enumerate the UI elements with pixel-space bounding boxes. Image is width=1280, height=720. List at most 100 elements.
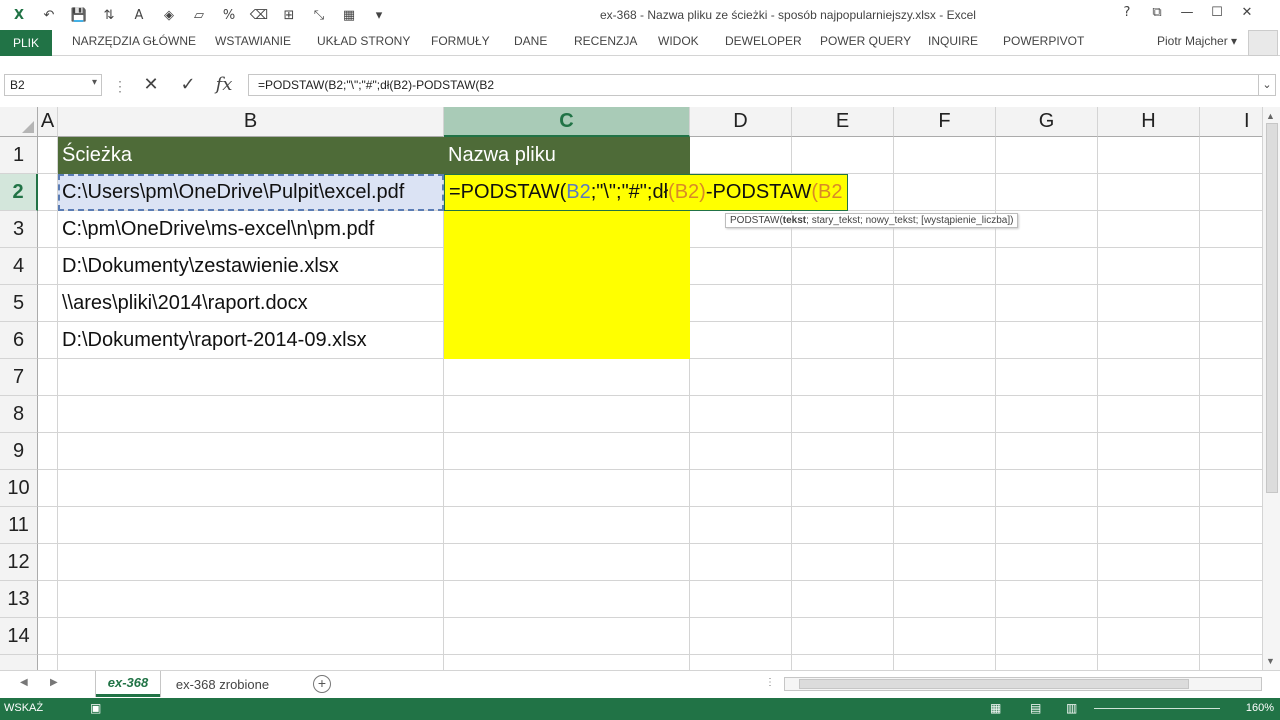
grid-cell[interactable] — [792, 618, 894, 655]
grid-cell[interactable] — [690, 655, 792, 670]
borders-icon[interactable]: ⊞ — [274, 5, 304, 25]
sheet-tab-ex-368[interactable]: ex-368 — [96, 671, 160, 697]
grid-cell[interactable] — [1200, 433, 1262, 470]
grid-cell[interactable] — [894, 618, 996, 655]
tab-page-layout[interactable]: UKŁAD STRONY — [317, 34, 410, 48]
grid-cell[interactable] — [996, 285, 1098, 322]
add-sheet-icon[interactable]: + — [313, 675, 331, 693]
row-header-10[interactable]: 10 — [0, 470, 38, 507]
tab-power-query[interactable]: POWER QUERY — [820, 34, 911, 48]
grid-cell[interactable] — [894, 581, 996, 618]
grid-cell[interactable] — [996, 433, 1098, 470]
grid-cell[interactable] — [1098, 285, 1200, 322]
maximize-icon[interactable]: ☐ — [1202, 5, 1232, 20]
grid-cell[interactable] — [792, 655, 894, 670]
sort-icon[interactable]: ⇅ — [94, 5, 124, 25]
cell-b5[interactable]: \\ares\pliki\2014\raport.docx — [58, 285, 444, 322]
table-icon[interactable]: ▦ — [334, 5, 364, 25]
zoom-slider[interactable] — [1094, 708, 1220, 709]
grid-cell[interactable] — [996, 655, 1098, 670]
grid-cell[interactable] — [894, 137, 996, 174]
grid-cell[interactable] — [1098, 655, 1200, 670]
formula-input[interactable]: =PODSTAW(B2;"\";"#";dł(B2)-PODSTAW(B2 — [248, 74, 1258, 96]
grid-cell[interactable] — [792, 396, 894, 433]
eraser-icon[interactable]: ⌫ — [244, 5, 274, 25]
row-header-15[interactable] — [0, 655, 38, 670]
row-header-12[interactable]: 12 — [0, 544, 38, 581]
grid-cell[interactable] — [894, 248, 996, 285]
grid-cell[interactable] — [38, 137, 58, 174]
grid-cell[interactable] — [792, 137, 894, 174]
grid-cell[interactable] — [690, 618, 792, 655]
scroll-down-icon[interactable]: ▼ — [1266, 656, 1275, 666]
grid-cell[interactable] — [894, 433, 996, 470]
grid-cell[interactable] — [792, 359, 894, 396]
grid-cell[interactable] — [444, 433, 690, 470]
grid-cell[interactable] — [792, 433, 894, 470]
grid-cell[interactable] — [894, 544, 996, 581]
grid-cell[interactable] — [1200, 618, 1262, 655]
cell-c6[interactable] — [444, 322, 690, 359]
grid-cell[interactable] — [996, 174, 1098, 211]
row-header-1[interactable]: 1 — [0, 137, 38, 174]
drag-handle-icon[interactable]: ⋮ — [113, 78, 127, 95]
select-all-button[interactable] — [0, 107, 38, 137]
grid-cell[interactable] — [690, 322, 792, 359]
grid-cell[interactable] — [1200, 211, 1262, 248]
grid-cell[interactable] — [38, 507, 58, 544]
grid-cell[interactable] — [894, 507, 996, 544]
grid-cell[interactable] — [1098, 433, 1200, 470]
grid-cell[interactable] — [38, 396, 58, 433]
grid-cell[interactable] — [444, 618, 690, 655]
row-header-3[interactable]: 3 — [0, 211, 38, 248]
grid-cell[interactable] — [996, 544, 1098, 581]
grid-cell[interactable] — [1200, 544, 1262, 581]
row-header-8[interactable]: 8 — [0, 396, 38, 433]
grid-cell[interactable] — [792, 470, 894, 507]
row-header-2[interactable]: 2 — [0, 174, 38, 211]
grid-cell[interactable] — [1200, 396, 1262, 433]
grid-cell[interactable] — [690, 470, 792, 507]
insert-function-icon[interactable]: fx — [210, 72, 238, 96]
grid-cell[interactable] — [996, 137, 1098, 174]
grid-cell[interactable] — [444, 655, 690, 670]
grid-cell[interactable] — [894, 470, 996, 507]
grid-cell[interactable] — [690, 137, 792, 174]
vertical-scrollbar[interactable]: ▲ ▼ — [1262, 107, 1280, 670]
grid-cell[interactable] — [1200, 359, 1262, 396]
column-header-f[interactable]: F — [894, 107, 996, 137]
grid-cell[interactable] — [58, 396, 444, 433]
cell-b3[interactable]: C:\pm\OneDrive\ms-excel\n\pm.pdf — [58, 211, 444, 248]
grid-cell[interactable] — [38, 248, 58, 285]
row-header-4[interactable]: 4 — [0, 248, 38, 285]
grid-cell[interactable] — [444, 544, 690, 581]
scroll-tabs-right-icon[interactable]: ▶ — [50, 677, 58, 688]
name-box[interactable]: B2 ▾ — [4, 74, 102, 96]
row-header-14[interactable]: 14 — [0, 618, 38, 655]
grid-cell[interactable] — [1098, 396, 1200, 433]
tab-developer[interactable]: DEWELOPER — [725, 34, 802, 48]
grid-cell[interactable] — [1200, 285, 1262, 322]
grid-cell[interactable] — [58, 470, 444, 507]
tab-insert[interactable]: WSTAWIANIE — [215, 34, 291, 48]
percent-icon[interactable]: % — [214, 5, 244, 25]
grid-cell[interactable] — [690, 248, 792, 285]
grid-cell[interactable] — [1098, 507, 1200, 544]
grid-cell[interactable] — [996, 507, 1098, 544]
vertical-scroll-thumb[interactable] — [1266, 123, 1278, 493]
grid-cell[interactable] — [1098, 248, 1200, 285]
grid-cell[interactable] — [894, 396, 996, 433]
shapes-icon[interactable]: ▱ — [184, 5, 214, 25]
grid-cell[interactable] — [444, 470, 690, 507]
column-header-e[interactable]: E — [792, 107, 894, 137]
grid-cell[interactable] — [38, 470, 58, 507]
grid-cell[interactable] — [38, 322, 58, 359]
fill-color-icon[interactable]: ◈ — [154, 5, 184, 25]
macro-record-icon[interactable]: ▣ — [90, 701, 101, 715]
grid-cell[interactable] — [1200, 174, 1262, 211]
column-header-b[interactable]: B — [58, 107, 444, 137]
grid-cell[interactable] — [38, 581, 58, 618]
grid-cell[interactable] — [996, 470, 1098, 507]
column-header-i[interactable]: I — [1200, 107, 1262, 137]
sheet-tab-ex-368-zrobione[interactable]: ex-368 zrobione — [165, 671, 280, 697]
